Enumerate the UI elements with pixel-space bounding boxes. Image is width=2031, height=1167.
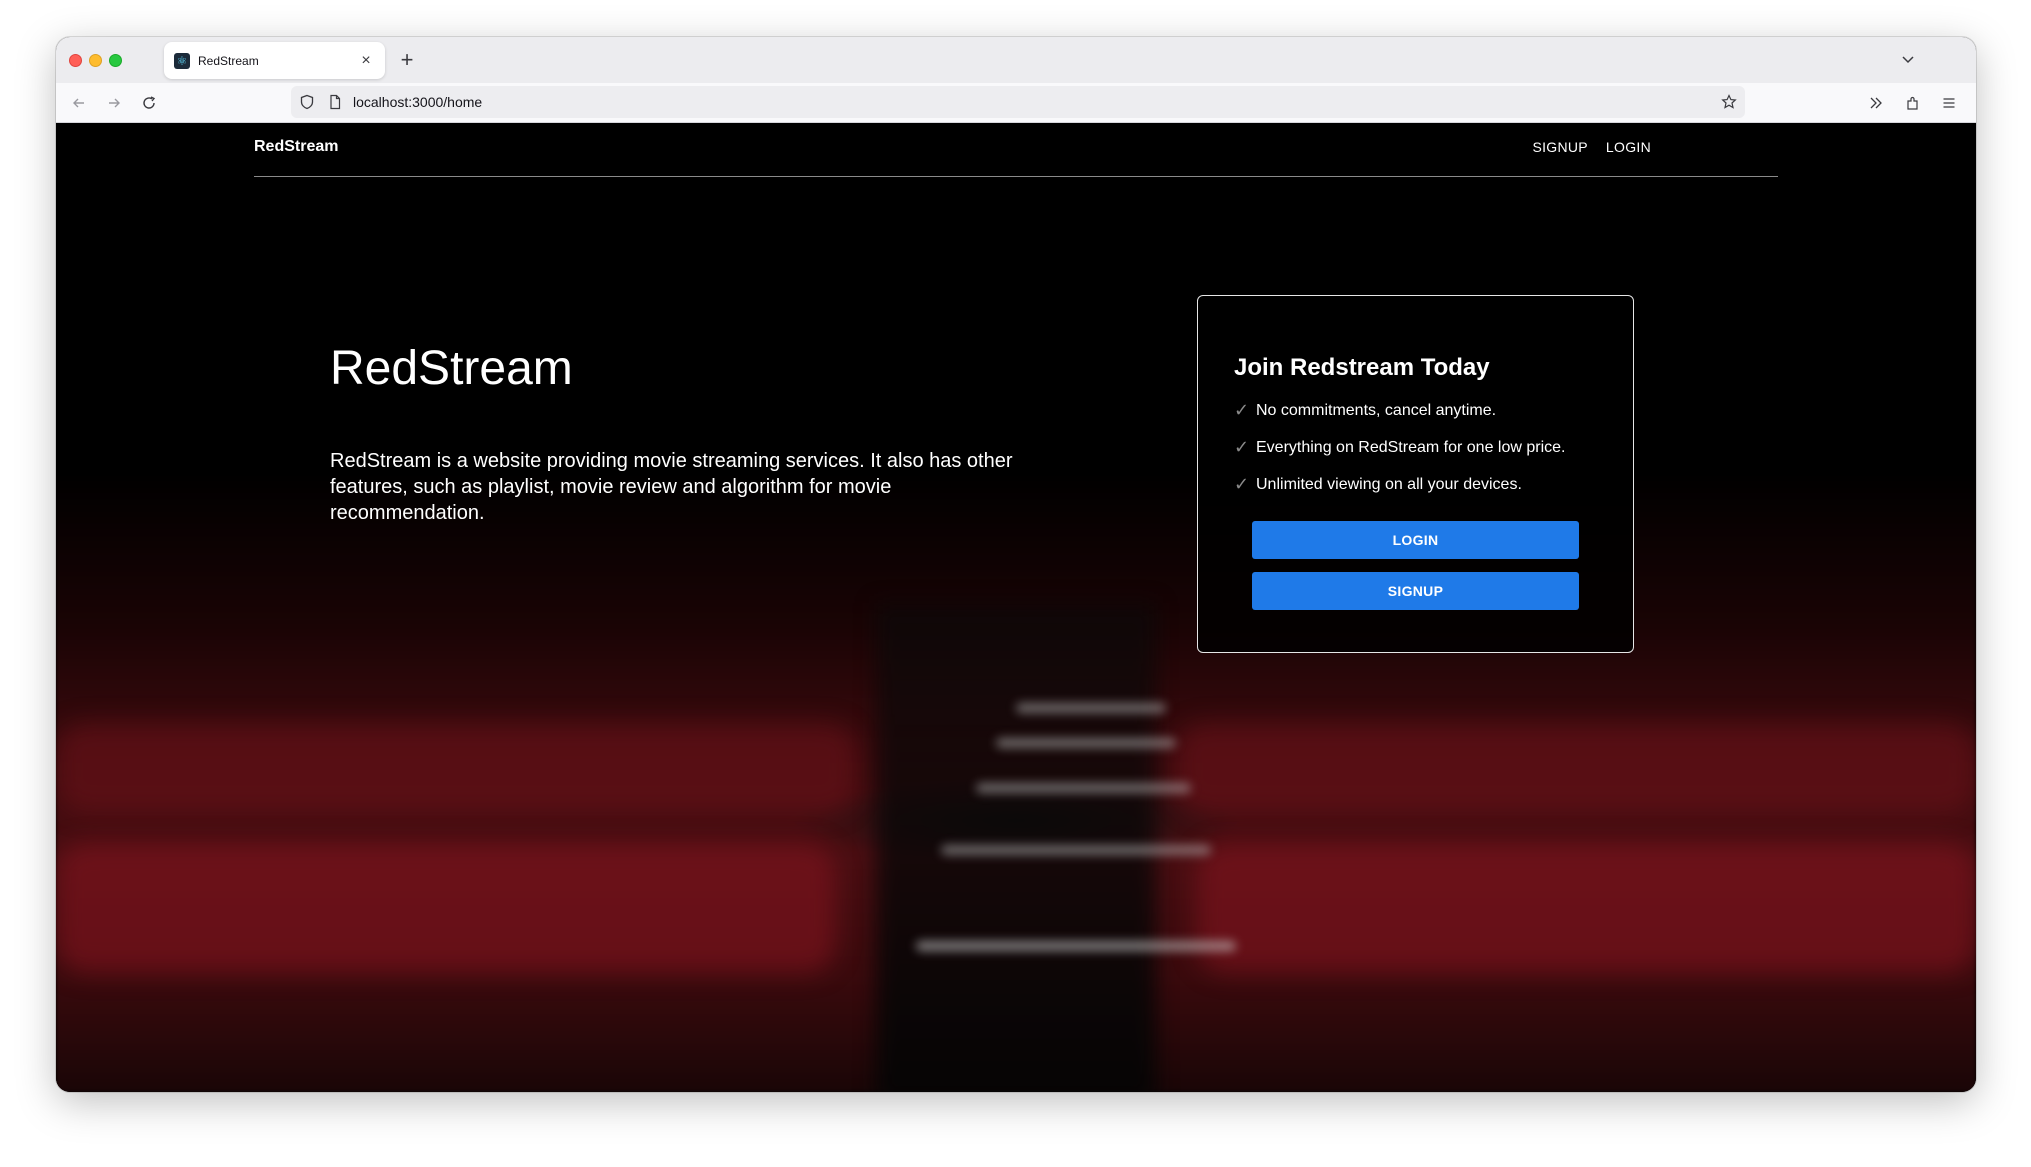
tab-title: RedStream	[198, 53, 259, 68]
seat-row-right	[1176, 723, 1976, 813]
check-icon: ✓	[1234, 437, 1250, 457]
close-window-button[interactable]	[69, 54, 82, 67]
feature-item: ✓ Everything on RedStream for one low pr…	[1234, 437, 1565, 458]
overflow-icon[interactable]	[1864, 91, 1888, 115]
back-icon[interactable]	[67, 91, 91, 115]
nav-login-link[interactable]: LOGIN	[1606, 139, 1651, 155]
browser-window: ⚛ RedStream × + localhost:3000/home RedS…	[56, 37, 1976, 1092]
aisle-step	[976, 783, 1191, 793]
react-favicon-icon: ⚛	[174, 52, 190, 69]
menu-icon[interactable]	[1937, 91, 1961, 115]
check-icon: ✓	[1234, 474, 1250, 494]
check-icon: ✓	[1234, 400, 1250, 420]
card-title: Join Redstream Today	[1234, 354, 1490, 381]
feature-text: Unlimited viewing on all your devices.	[1256, 475, 1522, 493]
nav-links: SIGNUP LOGIN	[1532, 139, 1651, 155]
signup-button[interactable]: SIGNUP	[1252, 572, 1579, 610]
minimize-window-button[interactable]	[89, 54, 102, 67]
seat-row-right-front	[1196, 843, 1976, 973]
aisle-step	[1016, 703, 1166, 713]
feature-item: ✓ Unlimited viewing on all your devices.	[1234, 474, 1522, 495]
hero-description: RedStream is a website providing movie s…	[330, 450, 1013, 524]
aisle-step	[941, 845, 1211, 855]
brand-logo[interactable]: RedStream	[254, 138, 338, 156]
url-text[interactable]: localhost:3000/home	[353, 94, 482, 110]
page-content: RedStream SIGNUP LOGIN RedStream RedStre…	[56, 123, 1976, 1092]
page-icon	[327, 94, 343, 110]
join-card: Join Redstream Today ✓ No commitments, c…	[1197, 295, 1634, 653]
hero-title: RedStream	[330, 342, 573, 395]
seat-row-left	[56, 723, 856, 813]
login-button[interactable]: LOGIN	[1252, 521, 1579, 559]
star-icon[interactable]	[1721, 94, 1737, 110]
tab-strip: ⚛ RedStream × +	[56, 37, 1976, 83]
new-tab-button[interactable]: +	[393, 46, 421, 74]
feature-item: ✓ No commitments, cancel anytime.	[1234, 400, 1496, 421]
site-navbar: RedStream SIGNUP LOGIN	[254, 123, 1778, 177]
maximize-window-button[interactable]	[109, 54, 122, 67]
reload-icon[interactable]	[137, 91, 161, 115]
feature-text: Everything on RedStream for one low pric…	[1256, 438, 1566, 456]
forward-icon[interactable]	[102, 91, 126, 115]
nav-toolbar: localhost:3000/home	[56, 83, 1976, 123]
url-bar[interactable]: localhost:3000/home	[291, 86, 1745, 118]
aisle-step	[916, 941, 1236, 951]
feature-text: No commitments, cancel anytime.	[1256, 401, 1497, 419]
aisle-step	[996, 738, 1176, 748]
chevron-down-icon[interactable]	[1896, 47, 1920, 71]
seat-row-left-front	[56, 843, 836, 973]
shield-icon[interactable]	[299, 94, 315, 110]
browser-tab[interactable]: ⚛ RedStream ×	[164, 42, 385, 79]
extensions-icon[interactable]	[1901, 91, 1925, 115]
nav-signup-link[interactable]: SIGNUP	[1532, 139, 1587, 155]
close-tab-icon[interactable]: ×	[357, 52, 375, 70]
